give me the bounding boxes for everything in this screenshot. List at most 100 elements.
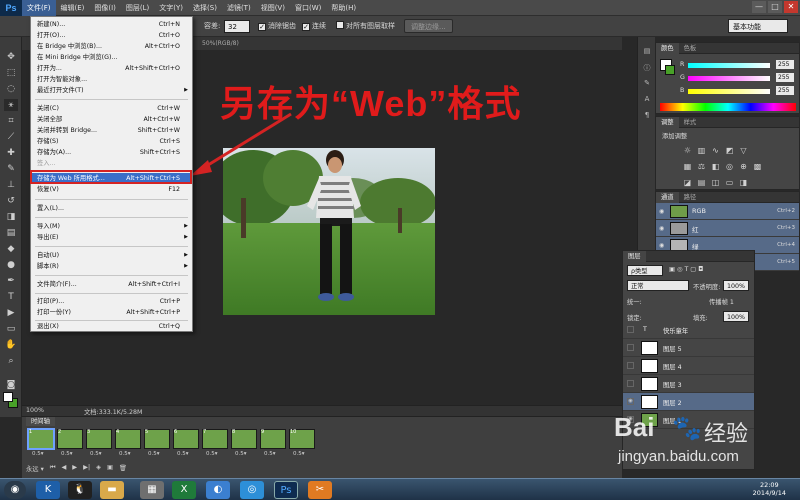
folder-icon[interactable]: ▬ xyxy=(100,481,124,499)
excel-icon[interactable]: X xyxy=(172,481,196,499)
paragraph-panel-icon[interactable]: ¶ xyxy=(641,111,653,122)
selective-color-icon[interactable]: ◨ xyxy=(738,177,749,188)
photo-filter-icon[interactable]: ◎ xyxy=(724,161,735,172)
menu-item-close-all[interactable]: 关闭全部 Alt+Ctrl+W xyxy=(31,114,192,125)
browser-icon[interactable]: ◐ xyxy=(206,481,230,499)
maximize-button[interactable]: □ xyxy=(768,1,782,13)
color-balance-icon[interactable]: ⚖ xyxy=(696,161,707,172)
duplicate-frame-icon[interactable]: ▣ xyxy=(107,464,113,473)
zoom-level[interactable]: 100% xyxy=(26,407,44,414)
menu-item-export[interactable]: 导出(E) ▶ xyxy=(31,232,192,243)
b-slider[interactable]: B 255 xyxy=(680,86,798,96)
r-slider-bar[interactable] xyxy=(688,63,770,68)
filter-icons[interactable]: ▣ ◎ T ▢ ◘ xyxy=(669,266,703,273)
visibility-toggle-icon[interactable]: ◉ xyxy=(627,398,634,405)
foreground-color-swatch[interactable] xyxy=(3,392,13,402)
menu-edit[interactable]: 编辑(E) xyxy=(56,0,90,16)
photoshop-taskbar-icon[interactable]: Ps xyxy=(274,481,298,499)
g-value[interactable]: 255 xyxy=(776,73,794,82)
marquee-tool-icon[interactable]: ⬚ xyxy=(4,67,18,79)
menu-item-place[interactable]: 置入(L)... xyxy=(31,203,192,214)
frame-delay[interactable]: 0.5▾ xyxy=(235,451,247,457)
minimize-button[interactable]: — xyxy=(752,1,766,13)
crop-tool-icon[interactable]: ⌗ xyxy=(4,115,18,127)
r-value[interactable]: 255 xyxy=(776,60,794,69)
opacity-input[interactable]: 100% xyxy=(723,280,749,291)
tween-icon[interactable]: ◈ xyxy=(96,464,101,473)
frame-delay[interactable]: 0.5▾ xyxy=(293,451,305,457)
frame-delay[interactable]: 0.5▾ xyxy=(61,451,73,457)
menu-item-new[interactable]: 新建(N)... Ctrl+N xyxy=(31,19,192,30)
tab-channels[interactable]: 通道 xyxy=(656,192,679,203)
gradient-map-icon[interactable]: ▭ xyxy=(724,177,735,188)
channel-row-red[interactable]: ◉ 红 Ctrl+3 xyxy=(656,220,799,237)
exposure-icon[interactable]: ◩ xyxy=(724,145,735,156)
menu-image[interactable]: 图像(I) xyxy=(89,0,121,16)
timeline-frame[interactable]: 9 0.5▾ xyxy=(260,429,286,459)
layer-row-2[interactable]: ◉ 图层 2 xyxy=(623,393,754,411)
antialias-checkbox[interactable]: ✓ 消除锯齿 xyxy=(258,20,296,33)
menu-type[interactable]: 文字(Y) xyxy=(154,0,188,16)
first-frame-icon[interactable]: ⏮ xyxy=(50,464,56,473)
layer-filter-select[interactable]: ρ类型 xyxy=(627,265,663,276)
timeline-frame[interactable]: 4 0.5▾ xyxy=(115,429,141,459)
menu-item-save[interactable]: 存储(S) Ctrl+S xyxy=(31,136,192,147)
visibility-toggle-icon[interactable] xyxy=(627,326,634,333)
timeline-frame[interactable]: 6 0.5▾ xyxy=(173,429,199,459)
frame-delay[interactable]: 0.5▾ xyxy=(148,451,160,457)
history-brush-tool-icon[interactable]: ↺ xyxy=(4,195,18,207)
posterize-icon[interactable]: ▤ xyxy=(696,177,707,188)
history-panel-icon[interactable]: ▤ xyxy=(641,47,653,58)
magic-wand-tool-icon[interactable]: ⚹ xyxy=(4,99,18,111)
timeline-frame[interactable]: 2 0.5▾ xyxy=(57,429,83,459)
menu-item-browse-bridge[interactable]: 在 Bridge 中浏览(B)... Alt+Ctrl+O xyxy=(31,41,192,52)
hand-tool-icon[interactable]: ✋ xyxy=(4,339,18,351)
timeline-frame[interactable]: 5 0.5▾ xyxy=(144,429,170,459)
propagate-frame-checkbox[interactable]: 传播帧 1 xyxy=(709,297,734,306)
blur-tool-icon[interactable]: ◆ xyxy=(4,243,18,255)
menu-item-open[interactable]: 打开(O)... Ctrl+O xyxy=(31,30,192,41)
loop-select[interactable]: 永远 ▾ xyxy=(26,464,44,473)
tab-timeline[interactable]: 时间轴 xyxy=(26,417,55,426)
eye-icon[interactable]: ◉ xyxy=(659,242,664,249)
shape-tool-icon[interactable]: ▭ xyxy=(4,323,18,335)
tab-paths[interactable]: 路径 xyxy=(679,192,702,203)
brightness-icon[interactable]: ☼ xyxy=(682,145,693,156)
menu-item-open-smart-object[interactable]: 打开为智能对象... xyxy=(31,74,192,85)
frame-delay[interactable]: 0.5▾ xyxy=(177,451,189,457)
layer-row-5[interactable]: 图层 5 xyxy=(623,339,754,357)
next-frame-icon[interactable]: ▶| xyxy=(83,464,90,473)
menu-item-file-info[interactable]: 文件简介(F)... Alt+Shift+Ctrl+I xyxy=(31,279,192,290)
layer-row-4[interactable]: 图层 4 xyxy=(623,357,754,375)
r-slider[interactable]: R 255 xyxy=(680,60,798,70)
brush-panel-icon[interactable]: ✎ xyxy=(641,79,653,90)
blend-mode-select[interactable]: 正常 xyxy=(627,280,689,291)
layer-row-text[interactable]: T 快乐童年 xyxy=(623,321,754,339)
curves-icon[interactable]: ∿ xyxy=(710,145,721,156)
menu-file[interactable]: 文件(F) xyxy=(22,0,56,16)
menu-item-recent-files[interactable]: 最近打开文件(T) ▶ xyxy=(31,85,192,96)
menu-item-import[interactable]: 导入(M) ▶ xyxy=(31,221,192,232)
menu-item-open-as[interactable]: 打开为... Alt+Shift+Ctrl+O xyxy=(31,63,192,74)
sample-all-checkbox[interactable]: 对所有图层取样 xyxy=(336,20,395,33)
kugou-icon[interactable]: K xyxy=(36,481,60,499)
tab-styles[interactable]: 样式 xyxy=(679,117,702,128)
g-slider-bar[interactable] xyxy=(688,76,770,81)
frame-delay[interactable]: 0.5▾ xyxy=(32,451,44,457)
brush-tool-icon[interactable]: ✎ xyxy=(4,163,18,175)
menu-item-revert[interactable]: 恢复(V) F12 xyxy=(31,184,192,195)
healing-brush-tool-icon[interactable]: ✚ xyxy=(4,147,18,159)
app-icon[interactable]: ▦ xyxy=(140,481,164,499)
color-spectrum-bar[interactable] xyxy=(660,103,796,111)
levels-icon[interactable]: ▥ xyxy=(696,145,707,156)
eyedropper-tool-icon[interactable]: ⟋ xyxy=(4,131,18,143)
tab-swatches[interactable]: 色板 xyxy=(679,43,702,54)
close-button[interactable]: ✕ xyxy=(784,1,798,13)
black-white-icon[interactable]: ◧ xyxy=(710,161,721,172)
menu-item-close-go-bridge[interactable]: 关闭并转到 Bridge... Shift+Ctrl+W xyxy=(31,125,192,136)
tab-adjustments[interactable]: 调整 xyxy=(656,117,679,128)
vibrance-icon[interactable]: ▽ xyxy=(738,145,749,156)
frame-delay[interactable]: 0.5▾ xyxy=(206,451,218,457)
hue-saturation-icon[interactable]: ▦ xyxy=(682,161,693,172)
timeline-frame[interactable]: 3 0.5▾ xyxy=(86,429,112,459)
